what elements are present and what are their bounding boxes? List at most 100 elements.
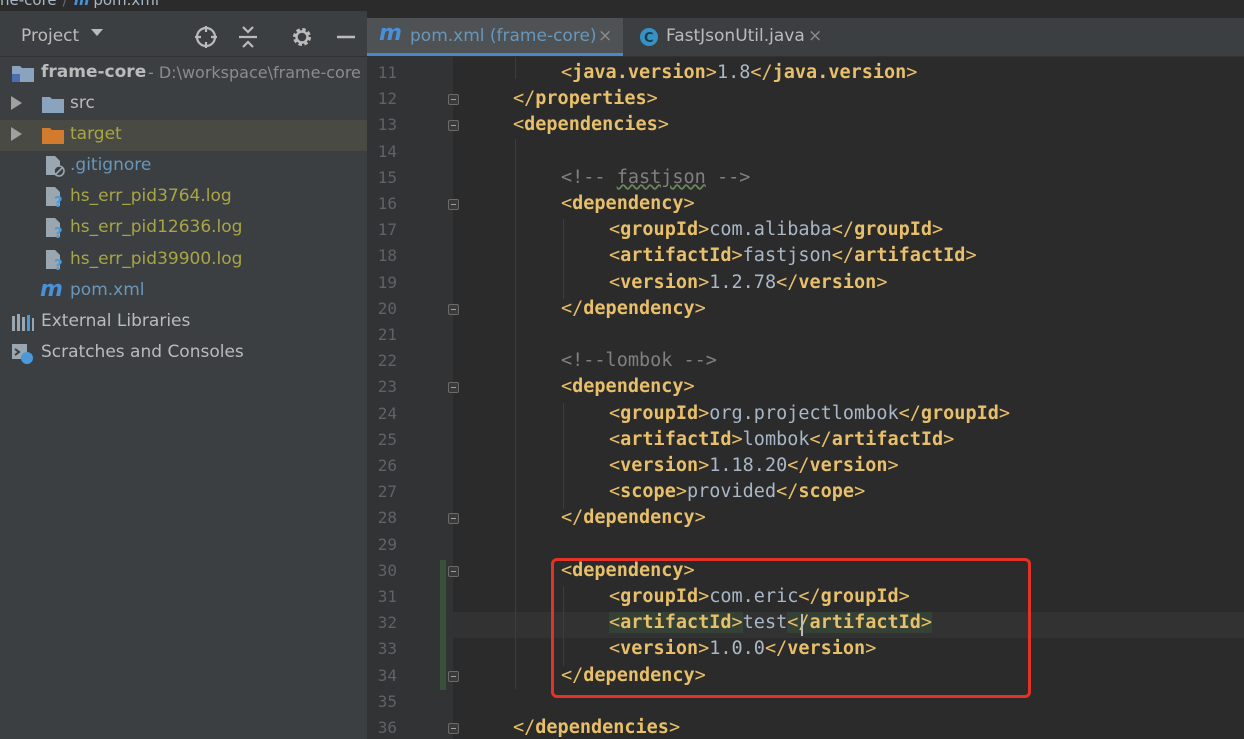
indent-guide	[563, 219, 564, 299]
chevron-down-icon[interactable]	[90, 27, 104, 42]
line-number: 25	[377, 429, 397, 449]
code-line[interactable]: <!--lombok -->	[561, 348, 717, 374]
code-line[interactable]: <dependency>	[561, 558, 695, 584]
tree-item-label: frame-core	[41, 62, 147, 82]
line-number: 13	[377, 115, 397, 135]
code-line[interactable]: <dependency>	[561, 374, 695, 400]
tree-item-label: hs_err_pid39900.log	[70, 249, 243, 269]
indent-guide	[563, 403, 564, 509]
code-line[interactable]: <java.version>1.8</java.version>	[561, 60, 917, 86]
code-line[interactable]: </dependency>	[561, 505, 706, 531]
fold-marker-icon[interactable]	[448, 382, 459, 394]
tab-label: FastJsonUtil.java	[666, 26, 805, 46]
unknown-file-icon: ?	[44, 249, 66, 276]
line-number: 15	[377, 167, 397, 187]
close-icon[interactable]: ×	[598, 26, 612, 46]
fold-marker-icon[interactable]	[448, 303, 459, 315]
code-line[interactable]: <version>1.2.78</version>	[609, 270, 887, 296]
tree-item-label: target	[70, 124, 122, 144]
fold-marker-icon[interactable]	[448, 199, 459, 210]
tree-item-hs-err-pid12636[interactable]: ? hs_err_pid12636.log	[0, 213, 367, 244]
gear-icon[interactable]	[289, 24, 315, 50]
line-number: 31	[377, 587, 397, 606]
line-number: 21	[377, 325, 397, 344]
code-line[interactable]: <groupId>com.eric</groupId>	[609, 584, 910, 610]
tree-item-hs-err-pid39900[interactable]: ? hs_err_pid39900.log	[0, 245, 367, 276]
collapse-all-icon[interactable]	[235, 24, 261, 50]
line-number: 23	[377, 377, 397, 397]
indent-guide	[515, 139, 516, 689]
tree-item-path: - D:\workspace\frame-core	[148, 63, 361, 82]
breadcrumb-file[interactable]: pom.xml	[93, 0, 159, 9]
line-number: 11	[377, 63, 397, 82]
code-line[interactable]: <groupId>org.projectlombok</groupId>	[609, 401, 1010, 427]
code-line[interactable]: <artifactId>lombok</artifactId>	[609, 427, 954, 453]
tree-item-label: Scratches and Consoles	[41, 342, 244, 362]
breadcrumb-project[interactable]: ne-core	[0, 0, 57, 9]
code-line[interactable]: <version>1.18.20</version>	[609, 453, 899, 479]
fold-marker-icon[interactable]	[448, 565, 459, 577]
code-editor[interactable]: 11 12 13 14 15 16 17 18 19 20 21 22 23 24 25 26 27 28 29 30…	[367, 57, 1244, 739]
tab-pom-xml[interactable]: m pom.xml (frame-core) ×	[367, 18, 623, 56]
chevron-right-icon[interactable]	[11, 127, 22, 141]
code-line[interactable]: </dependency>	[561, 663, 706, 689]
code-line[interactable]: <artifactId>fastjson</artifactId>	[609, 243, 977, 269]
line-number: 14	[377, 141, 397, 161]
tree-item-src[interactable]: src	[0, 89, 367, 120]
code-line[interactable]: <version>1.0.0</version>	[609, 636, 876, 662]
fold-marker-icon[interactable]	[448, 120, 459, 132]
chevron-right-icon[interactable]	[11, 96, 22, 110]
fold-marker-icon[interactable]	[448, 94, 459, 106]
maven-icon: m	[379, 21, 402, 46]
locate-icon[interactable]	[193, 24, 219, 50]
fold-marker-icon[interactable]	[448, 513, 459, 525]
tree-item-label: .gitignore	[70, 155, 152, 175]
fold-marker-icon[interactable]	[448, 723, 459, 734]
tree-item-hs-err-pid3764[interactable]: ? hs_err_pid3764.log	[0, 182, 367, 213]
minimize-icon[interactable]	[333, 24, 359, 50]
editor-tab-bar: m pom.xml (frame-core) × C FastJsonUtil.…	[367, 18, 1244, 57]
code-line[interactable]: <!-- fastjson -->	[561, 165, 750, 191]
close-icon[interactable]: ×	[808, 26, 822, 46]
tree-item-target[interactable]: target	[0, 120, 367, 151]
maven-icon: m	[40, 277, 63, 302]
line-number: 18	[377, 246, 397, 266]
project-view-title[interactable]: Project	[21, 26, 79, 46]
code-line[interactable]: <dependency>	[561, 191, 695, 217]
svg-text:C: C	[644, 31, 654, 46]
line-number: 17	[377, 220, 397, 240]
line-number: 19	[377, 272, 397, 292]
vcs-change-marker[interactable]	[440, 560, 446, 690]
tree-item-external-libraries[interactable]: External Libraries	[0, 307, 367, 338]
line-number: 20	[377, 298, 397, 318]
code-line[interactable]: <groupId>com.alibaba</groupId>	[609, 217, 943, 243]
tree-item-gitignore[interactable]: .gitignore	[0, 151, 367, 182]
tree-item-scratches[interactable]: Scratches and Consoles	[0, 338, 367, 369]
tab-label: pom.xml (frame-core)	[410, 26, 597, 46]
code-line[interactable]: <artifactId>test</artifactId>	[609, 610, 933, 636]
code-line[interactable]: <scope>provided</scope>	[609, 479, 865, 505]
line-number: 12	[377, 89, 397, 109]
line-number: 36	[377, 718, 397, 737]
indent-guide	[515, 57, 516, 79]
unknown-file-icon: ?	[44, 186, 66, 213]
tree-item-pom-xml[interactable]: m pom.xml	[0, 276, 367, 307]
module-folder-icon	[11, 63, 35, 88]
text-caret	[801, 614, 803, 636]
line-number: 22	[377, 351, 397, 371]
fold-marker-icon[interactable]	[448, 670, 459, 682]
line-number: 29	[377, 534, 397, 554]
code-line[interactable]: </properties>	[513, 86, 658, 112]
code-line[interactable]: <dependencies>	[513, 112, 669, 138]
svg-text:?: ?	[54, 193, 63, 208]
line-number: 34	[377, 665, 397, 685]
code-line[interactable]: </dependency>	[561, 296, 706, 322]
line-number: 26	[377, 456, 397, 475]
line-number: 24	[377, 403, 397, 423]
tree-item-frame-core[interactable]: frame-core - D:\workspace\frame-core	[0, 58, 367, 89]
tree-item-label: hs_err_pid12636.log	[70, 217, 243, 237]
tab-fastjsonutil-java[interactable]: C FastJsonUtil.java ×	[625, 18, 835, 56]
code-line[interactable]: </dependencies>	[513, 715, 680, 739]
breadcrumb-separator: /	[62, 0, 68, 9]
line-number: 16	[377, 194, 397, 213]
